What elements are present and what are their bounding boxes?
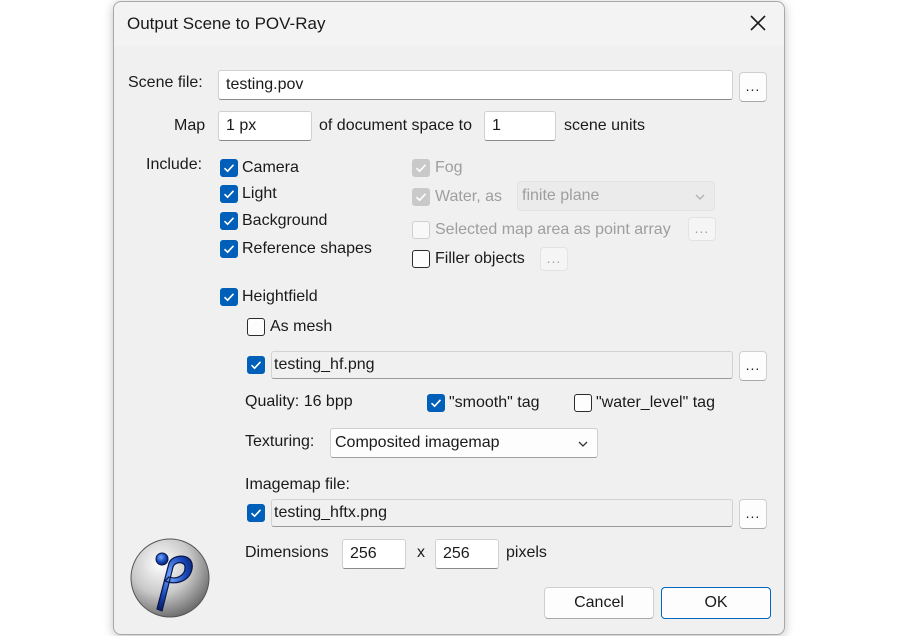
heightfield-file-checkbox[interactable] xyxy=(247,356,265,374)
water-checkbox[interactable] xyxy=(412,188,430,206)
check-icon xyxy=(223,190,235,199)
as-mesh-checkbox[interactable] xyxy=(247,318,265,336)
water-label[interactable]: Water, as xyxy=(435,188,502,206)
as-mesh-label[interactable]: As mesh xyxy=(270,318,332,336)
smooth-tag-label[interactable]: "smooth" tag xyxy=(449,394,540,412)
reference-shapes-checkbox[interactable] xyxy=(220,240,238,258)
smooth-tag-checkbox[interactable] xyxy=(427,394,445,412)
chevron-down-icon xyxy=(695,194,705,200)
filler-objects-label[interactable]: Filler objects xyxy=(435,250,525,268)
water-level-tag-label[interactable]: "water_level" tag xyxy=(596,394,715,412)
texturing-value: Composited imagemap xyxy=(335,434,500,451)
check-icon xyxy=(430,399,442,408)
scene-file-label: Scene file: xyxy=(128,74,203,91)
imagemap-file-checkbox[interactable] xyxy=(247,504,265,522)
water-mode-dropdown[interactable]: finite plane xyxy=(517,181,715,211)
check-icon xyxy=(250,509,262,518)
scene-units-input[interactable]: 1 xyxy=(484,111,556,141)
texturing-dropdown[interactable]: Composited imagemap xyxy=(330,428,598,458)
chevron-down-icon xyxy=(578,441,588,447)
check-icon xyxy=(223,293,235,302)
fog-checkbox[interactable] xyxy=(412,159,430,177)
document-space-input[interactable]: 1 px xyxy=(218,111,312,141)
output-scene-dialog: Output Scene to POV-Ray Scene file: test… xyxy=(113,1,785,635)
fog-label[interactable]: Fog xyxy=(435,159,463,177)
selected-area-label[interactable]: Selected map area as point array xyxy=(435,221,671,239)
dimension-height-input[interactable]: 256 xyxy=(435,539,499,569)
cancel-button[interactable]: Cancel xyxy=(544,587,654,619)
include-label: Include: xyxy=(146,156,203,173)
check-icon xyxy=(223,164,235,173)
texturing-label: Texturing: xyxy=(245,433,315,450)
dimensions-label: Dimensions xyxy=(245,544,329,561)
scene-file-browse-button[interactable]: ... xyxy=(739,72,767,102)
background-checkbox[interactable] xyxy=(220,212,238,230)
filler-objects-checkbox[interactable] xyxy=(412,250,430,268)
reference-shapes-label[interactable]: Reference shapes xyxy=(242,240,372,258)
imagemap-file-browse-button[interactable]: ... xyxy=(739,499,767,529)
check-icon xyxy=(415,193,427,202)
imagemap-file-label: Imagemap file: xyxy=(245,476,350,493)
heightfield-file-browse-button[interactable]: ... xyxy=(739,351,767,381)
water-level-tag-checkbox[interactable] xyxy=(574,394,592,412)
dimension-width-input[interactable]: 256 xyxy=(342,539,406,569)
title-bar: Output Scene to POV-Ray xyxy=(114,2,784,46)
dimensions-separator: x xyxy=(417,544,425,561)
camera-checkbox[interactable] xyxy=(220,159,238,177)
light-checkbox[interactable] xyxy=(220,185,238,203)
dimensions-unit: pixels xyxy=(506,544,547,561)
quality-label: Quality: 16 bpp xyxy=(245,393,353,410)
selected-area-button[interactable]: ... xyxy=(688,217,716,241)
selected-area-checkbox[interactable] xyxy=(412,221,430,239)
dialog-title: Output Scene to POV-Ray xyxy=(127,14,326,33)
check-icon xyxy=(415,164,427,173)
map-middle-text: of document space to xyxy=(319,117,472,134)
check-icon xyxy=(223,217,235,226)
heightfield-checkbox[interactable] xyxy=(220,288,238,306)
imagemap-file-input[interactable]: testing_hftx.png xyxy=(271,499,733,527)
pov-ray-logo-icon xyxy=(130,538,210,618)
camera-label[interactable]: Camera xyxy=(242,159,299,177)
map-label: Map xyxy=(174,117,206,134)
ok-button[interactable]: OK xyxy=(661,587,771,619)
background-label[interactable]: Background xyxy=(242,212,327,230)
close-icon[interactable] xyxy=(746,11,770,35)
heightfield-file-input[interactable]: testing_hf.png xyxy=(271,351,733,379)
check-icon xyxy=(223,245,235,254)
light-label[interactable]: Light xyxy=(242,185,277,203)
check-icon xyxy=(250,361,262,370)
scene-units-label: scene units xyxy=(564,117,645,134)
heightfield-label[interactable]: Heightfield xyxy=(242,288,318,306)
water-mode-value: finite plane xyxy=(522,187,600,204)
scene-file-input[interactable]: testing.pov xyxy=(218,70,733,100)
filler-objects-button[interactable]: ... xyxy=(540,247,568,271)
